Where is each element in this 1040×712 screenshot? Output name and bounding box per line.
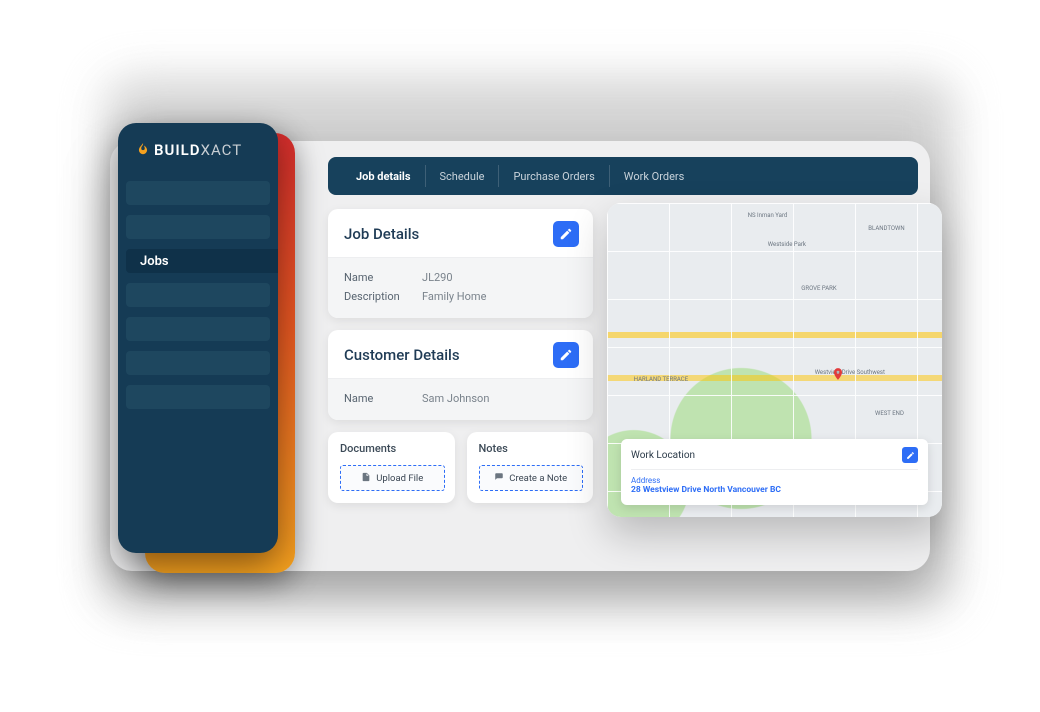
field-label: Name: [344, 392, 412, 405]
sidebar-item[interactable]: [126, 283, 270, 307]
content: Job details Schedule Purchase Orders Wor…: [328, 157, 918, 555]
button-label: Create a Note: [509, 473, 567, 484]
edit-customer-details-button[interactable]: [553, 342, 579, 368]
app-window: BUILDXACT Jobs Job details Schedule Purc…: [110, 141, 930, 571]
notes-card: Notes Create a Note: [467, 432, 594, 503]
map-card: NS Inman Yard BLANDTOWN Westside Park GR…: [607, 203, 942, 517]
field-row: Name JL290: [344, 268, 579, 287]
address-label: Address: [631, 476, 918, 485]
field-value: Family Home: [422, 290, 486, 303]
customer-details-card: Customer Details Name Sam Johnson: [328, 330, 593, 420]
edit-job-details-button[interactable]: [553, 221, 579, 247]
card-title: Notes: [479, 442, 584, 455]
work-location-card: Work Location Address 28 Westview Drive …: [621, 439, 928, 505]
pencil-icon: [559, 348, 573, 362]
brand-text: BUILDXACT: [154, 141, 242, 159]
tab-purchase-orders[interactable]: Purchase Orders: [499, 165, 609, 187]
flame-icon: [136, 141, 150, 159]
tabs: Job details Schedule Purchase Orders Wor…: [328, 157, 918, 195]
sidebar-item[interactable]: [126, 317, 270, 341]
documents-card: Documents Upload File: [328, 432, 455, 503]
field-value: Sam Johnson: [422, 392, 489, 405]
map-label: GROVE PARK: [801, 285, 836, 292]
pencil-icon: [559, 227, 573, 241]
field-label: Description: [344, 290, 412, 303]
pencil-icon: [906, 451, 915, 460]
file-icon: [361, 472, 371, 485]
sidebar-item[interactable]: [126, 215, 270, 239]
map-label: Westview Drive Southwest: [815, 369, 885, 376]
sidebar-item[interactable]: [126, 181, 270, 205]
note-icon: [494, 472, 504, 485]
job-details-card: Job Details Name JL290 Description: [328, 209, 593, 318]
edit-work-location-button[interactable]: [902, 447, 918, 463]
sidebar-item-jobs[interactable]: Jobs: [126, 249, 278, 273]
field-label: Name: [344, 271, 412, 284]
field-row: Name Sam Johnson: [344, 389, 579, 408]
sidebar-item-label: Jobs: [140, 254, 169, 269]
brand: BUILDXACT: [118, 141, 278, 175]
nav: Jobs: [118, 175, 278, 409]
sidebar-item[interactable]: [126, 351, 270, 375]
card-title: Job Details: [344, 225, 419, 243]
tab-schedule[interactable]: Schedule: [426, 165, 500, 187]
map-label: Westside Park: [768, 241, 806, 248]
card-title: Customer Details: [344, 346, 460, 364]
create-note-button[interactable]: Create a Note: [479, 465, 584, 491]
sidebar-item[interactable]: [126, 385, 270, 409]
address-value: 28 Westview Drive North Vancouver BC: [631, 485, 918, 495]
map-label: WEST END: [875, 410, 904, 417]
button-label: Upload File: [376, 473, 423, 484]
field-row: Description Family Home: [344, 287, 579, 306]
map-label: HARLAND TERRACE: [634, 376, 688, 383]
map-label: NS Inman Yard: [748, 212, 788, 219]
card-title: Documents: [340, 442, 445, 455]
left-column: Job Details Name JL290 Description: [328, 209, 593, 503]
map-label: BLANDTOWN: [868, 225, 904, 232]
right-column: NS Inman Yard BLANDTOWN Westside Park GR…: [607, 209, 918, 503]
tab-work-orders[interactable]: Work Orders: [610, 165, 699, 187]
sidebar: BUILDXACT Jobs: [118, 123, 278, 553]
card-title: Work Location: [631, 450, 695, 461]
upload-file-button[interactable]: Upload File: [340, 465, 445, 491]
tab-job-details[interactable]: Job details: [342, 165, 426, 187]
field-value: JL290: [422, 271, 453, 284]
map-pin-icon: [831, 366, 845, 380]
